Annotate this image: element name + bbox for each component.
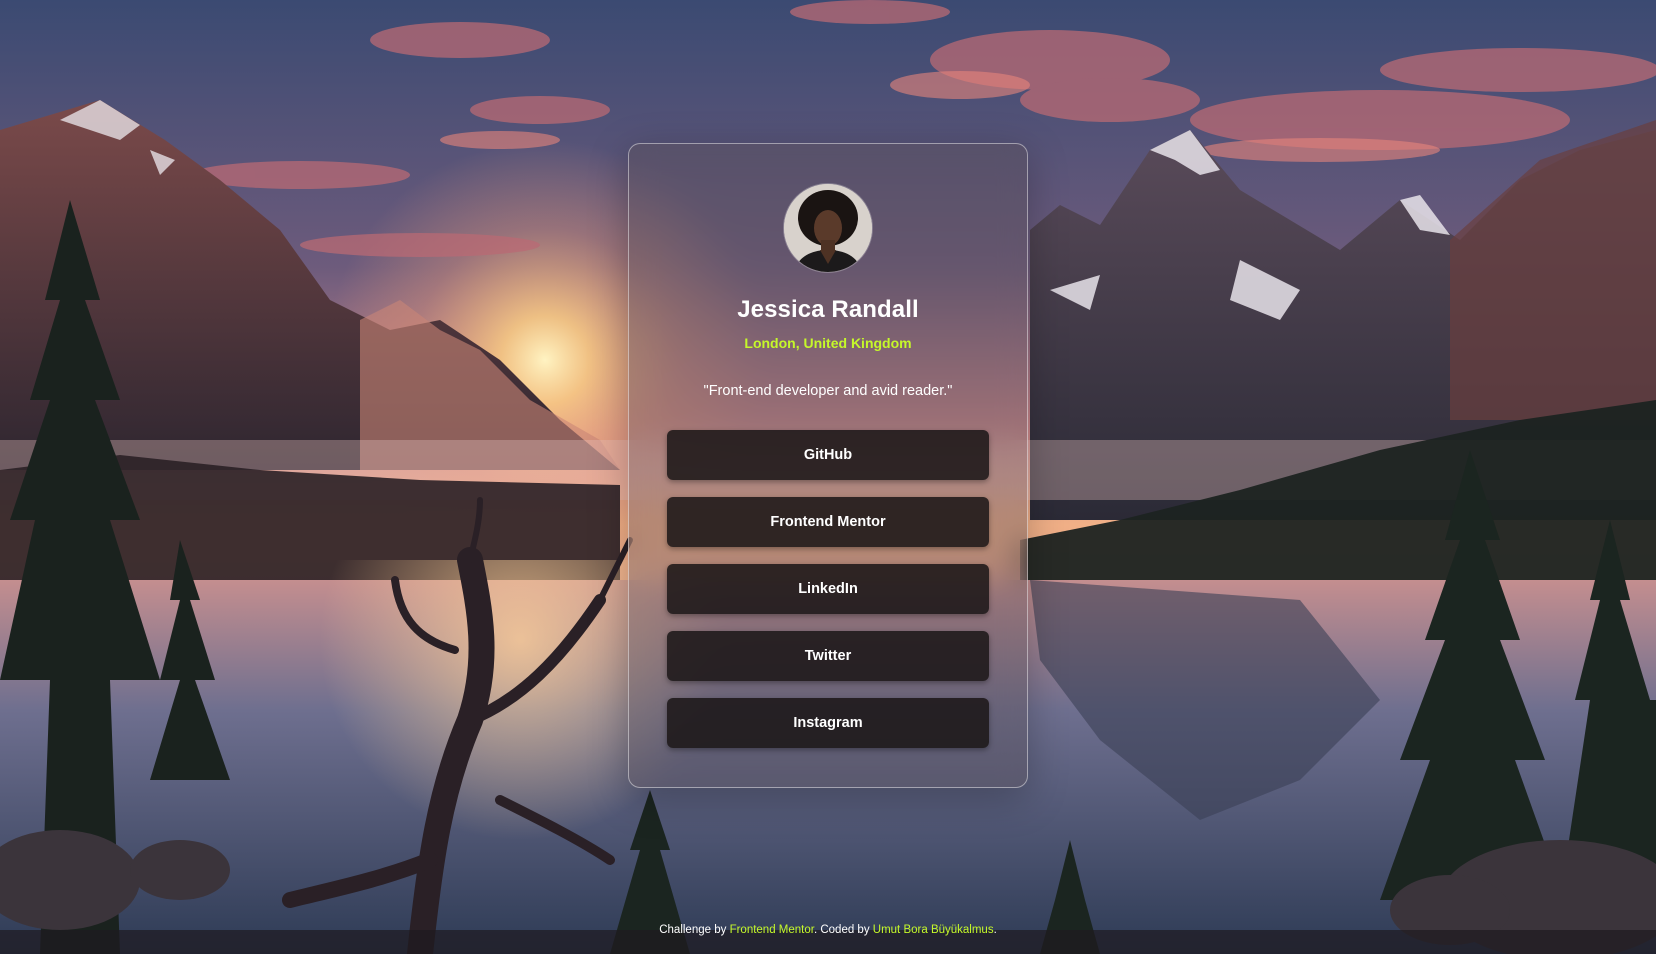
attribution-suffix: . [993,924,997,936]
linkedin-link-button[interactable]: LinkedIn [667,564,989,614]
frontend-mentor-attribution-link[interactable]: Frontend Mentor [730,924,814,936]
person-portrait-icon [784,184,872,272]
profile-name: Jessica Randall [737,296,919,323]
author-attribution-link[interactable]: Umut Bora Büyükalmus [873,924,994,936]
attribution-prefix: Challenge by [659,924,727,936]
twitter-link-button[interactable]: Twitter [667,631,989,681]
profile-location: London, United Kingdom [744,335,912,351]
attribution-middle: . Coded by [813,924,870,936]
profile-bio: "Front-end developer and avid reader." [703,383,953,399]
frontend-mentor-link-button[interactable]: Frontend Mentor [667,497,989,547]
avatar [784,184,872,272]
instagram-link-button[interactable]: Instagram [667,698,989,748]
attribution-footer: Challenge by Frontend Mentor. Coded by U… [0,922,1656,938]
social-links-list: GitHub Frontend Mentor LinkedIn Twitter … [667,430,989,748]
github-link-button[interactable]: GitHub [667,430,989,480]
profile-card: Jessica Randall London, United Kingdom "… [628,143,1028,788]
